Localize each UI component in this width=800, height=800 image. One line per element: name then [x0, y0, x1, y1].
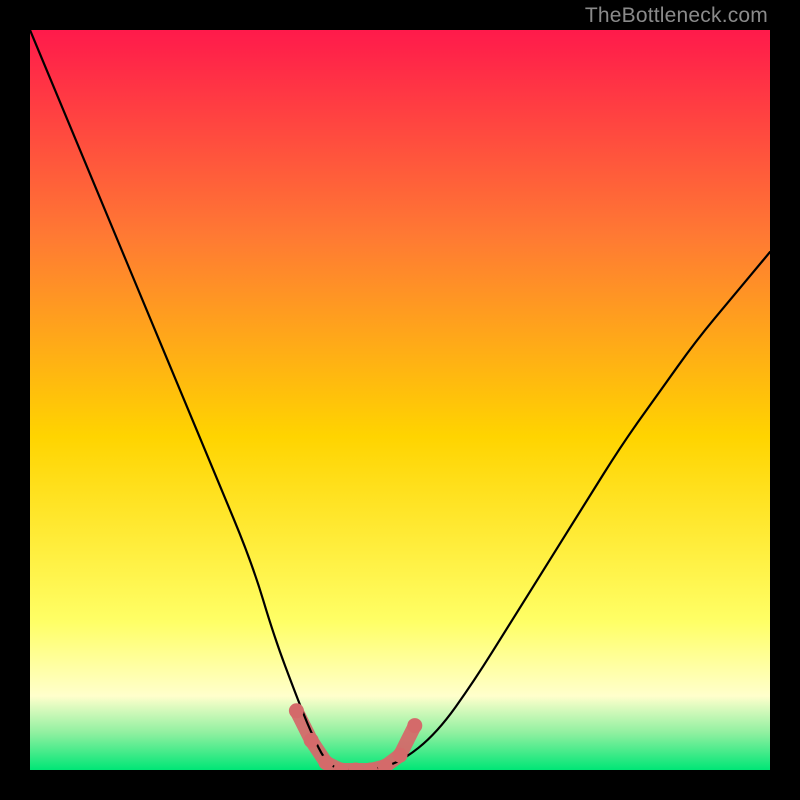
bottleneck-curve	[30, 30, 770, 770]
chart-svg	[30, 30, 770, 770]
plot-area	[30, 30, 770, 770]
marker-dot	[407, 718, 422, 733]
marker-dot	[289, 703, 304, 718]
outer-frame: TheBottleneck.com	[0, 0, 800, 800]
marker-dot	[319, 755, 334, 770]
marker-dot	[304, 733, 319, 748]
watermark-text: TheBottleneck.com	[585, 4, 768, 28]
marker-dot	[393, 748, 408, 763]
